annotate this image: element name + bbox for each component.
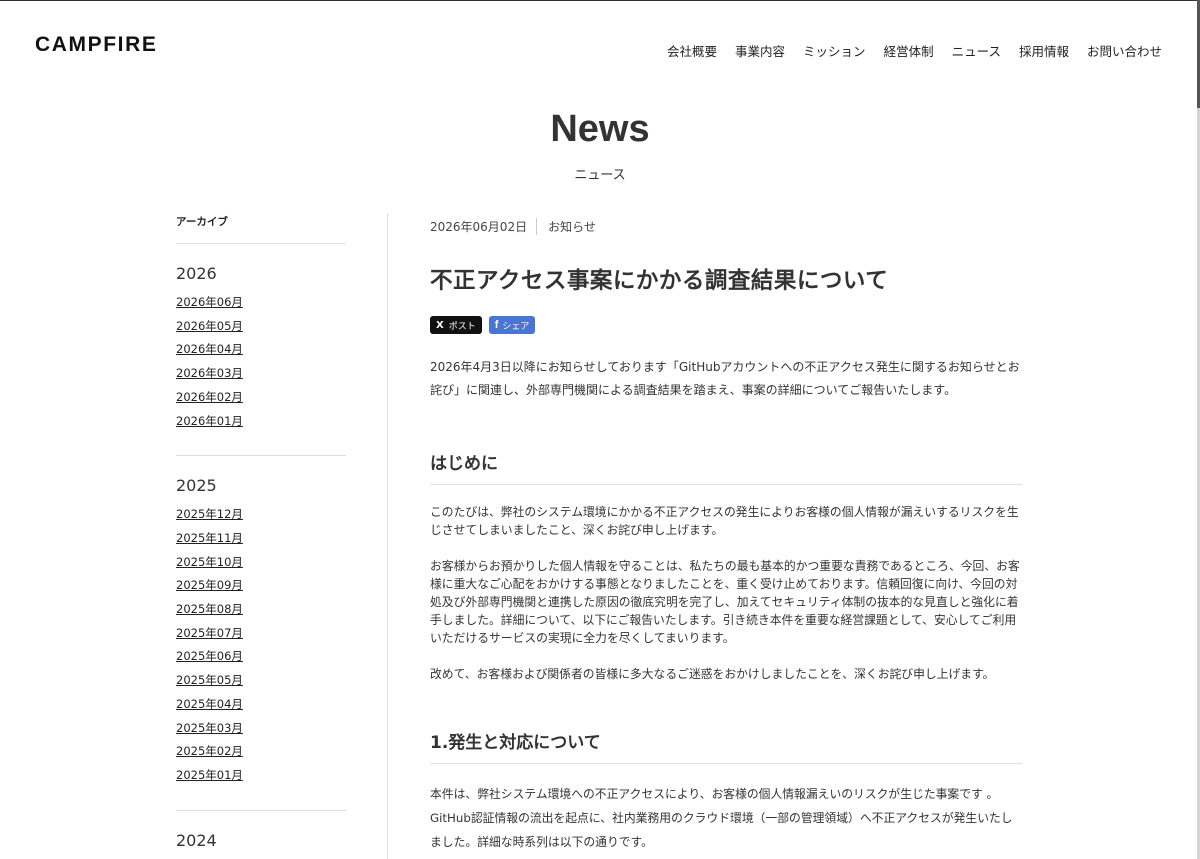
archive-month-link[interactable]: 2025年08月 <box>176 598 346 622</box>
nav-management[interactable]: 経営体制 <box>884 41 934 60</box>
archive-month-link[interactable]: 2025年02月 <box>176 740 346 764</box>
archive-month-link[interactable]: 2025年10月 <box>176 551 346 575</box>
nav-company[interactable]: 会社概要 <box>667 41 717 60</box>
archive-month-link[interactable]: 2025年11月 <box>176 527 346 551</box>
archive-month-link[interactable]: 2026年05月 <box>176 315 346 339</box>
article: 2026年06月02日 お知らせ 不正アクセス事案にかかる調査結果について X … <box>430 216 1022 854</box>
archive-year-2025: 2025 2025年12月 2025年11月 2025年10月 2025年09月… <box>176 456 346 811</box>
archive-month-link[interactable]: 2025年04月 <box>176 693 346 717</box>
archive-year-2024: 2024 <box>176 811 346 859</box>
section-paragraph: 改めて、お客様および関係者の皆様に多大なるご迷惑をおかけしましたことを、深くお詫… <box>430 667 995 681</box>
archive-month-link[interactable]: 2025年01月 <box>176 764 346 788</box>
section-paragraph: お客様からお預かりした個人情報を守ることは、私たちの最も基本的かつ重要な責務であ… <box>430 559 1020 645</box>
page-subtitle: ニュース <box>574 168 626 183</box>
column-divider <box>387 214 388 859</box>
global-nav: 会社概要 事業内容 ミッション 経営体制 ニュース 採用情報 お問い合わせ <box>649 41 1162 60</box>
nav-contact[interactable]: お問い合わせ <box>1087 41 1162 60</box>
archive-month-link[interactable]: 2025年12月 <box>176 503 346 527</box>
nav-recruit[interactable]: 採用情報 <box>1019 41 1069 60</box>
archive-heading: アーカイブ <box>176 214 346 244</box>
archive-sidebar: アーカイブ 2026 2026年06月 2026年05月 2026年04月 20… <box>176 214 346 859</box>
archive-month-link[interactable]: 2026年02月 <box>176 386 346 410</box>
share-buttons: X ポスト f シェア <box>430 316 1022 334</box>
archive-month-link[interactable]: 2026年03月 <box>176 362 346 386</box>
window-top-border <box>0 0 1200 1</box>
nav-business[interactable]: 事業内容 <box>735 41 785 60</box>
archive-month-link[interactable]: 2026年06月 <box>176 291 346 315</box>
archive-year-label: 2025 <box>176 476 217 496</box>
nav-news[interactable]: ニュース <box>952 41 1001 60</box>
article-category: お知らせ <box>548 219 596 234</box>
facebook-logo-icon: f <box>494 319 499 331</box>
article-meta: 2026年06月02日 お知らせ <box>430 216 1022 236</box>
share-x-label: ポスト <box>448 321 476 332</box>
archive-year-label: 2024 <box>176 830 217 850</box>
archive-month-link[interactable]: 2025年05月 <box>176 669 346 693</box>
share-facebook-button[interactable]: f シェア <box>488 316 536 334</box>
share-x-button[interactable]: X ポスト <box>430 316 482 334</box>
campfire-logo[interactable]: CAMPFIRE <box>35 33 157 57</box>
section-heading-occurrence: 1.発生と対応について <box>430 728 1022 764</box>
archive-month-link[interactable]: 2025年09月 <box>176 574 346 598</box>
archive-year-label: 2026 <box>176 264 217 283</box>
section-paragraph: 本件は、弊社システム環境への不正アクセスにより、お客様の個人情報漏えいのリスクが… <box>430 787 1013 849</box>
page-title: News <box>550 108 650 150</box>
article-date: 2026年06月02日 <box>430 217 538 235</box>
nav-mission[interactable]: ミッション <box>803 41 866 60</box>
article-title: 不正アクセス事案にかかる調査結果について <box>430 268 889 294</box>
article-lead: 2026年4月3日以降にお知らせしております「GitHubアカウントへの不正アク… <box>430 360 1020 397</box>
section-paragraph: このたびは、弊社のシステム環境にかかる不正アクセスの発生によりお客様の個人情報が… <box>430 505 1019 537</box>
share-facebook-label: シェア <box>502 321 530 332</box>
archive-month-link[interactable]: 2025年06月 <box>176 645 346 669</box>
archive-month-link[interactable]: 2025年03月 <box>176 717 346 741</box>
archive-month-link[interactable]: 2026年01月 <box>176 410 346 434</box>
section-heading-introduction: はじめに <box>430 449 1022 485</box>
archive-month-link[interactable]: 2025年07月 <box>176 622 346 646</box>
archive-month-link[interactable]: 2026年04月 <box>176 338 346 362</box>
x-logo-icon: X <box>436 319 444 331</box>
archive-year-2026: 2026 2026年06月 2026年05月 2026年04月 2026年03月… <box>176 244 346 457</box>
